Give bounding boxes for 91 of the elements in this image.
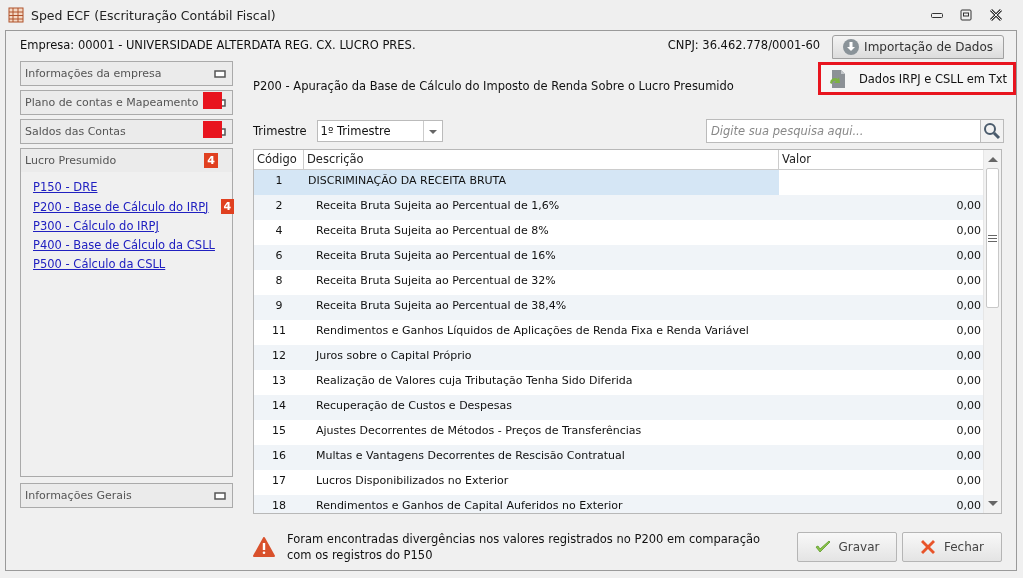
count-badge: 4 — [220, 199, 235, 214]
table-cell-text: Receita Bruta Sujeita ao Percentual de 32% — [315, 273, 557, 289]
maximize-icon — [959, 8, 973, 22]
section-header[interactable]: Informações Gerais — [20, 483, 233, 508]
minimize-icon — [931, 13, 943, 18]
table-cell-text: 0,00 — [955, 223, 982, 239]
table-cell-text: Rendimentos e Ganhos Líquidos de Aplicações de Renda Fixa e Renda Variável — [315, 323, 750, 339]
table-cell-text: 11 — [271, 323, 287, 339]
table-cell-text: 0,00 — [955, 348, 982, 364]
window-title: Sped ECF (Escrituração Contábil Fiscal) — [31, 7, 277, 23]
nav-link[interactable]: P400 - Base de Cálculo da CSLL — [33, 238, 215, 252]
scroll-thumb[interactable] — [986, 168, 999, 308]
column-header[interactable]: Valor — [779, 150, 983, 169]
table-cell-text: 0,00 — [955, 473, 982, 489]
grip-icon — [988, 234, 997, 242]
nav-link[interactable]: P300 - Cálculo do IRPJ — [33, 219, 159, 233]
column-header[interactable]: Descrição — [304, 150, 779, 169]
section-title: Informações Gerais — [25, 489, 133, 502]
scroll-up-icon — [986, 155, 999, 163]
table-cell-text: 6 — [274, 248, 284, 264]
table-cell-text: 8 — [274, 273, 284, 289]
table-cell-text: 0,00 — [955, 273, 982, 289]
table-cell: DISCRIMINAÇÃO DA RECEITA BRUTA — [304, 170, 779, 195]
table-cell-text: 0,00 — [955, 498, 982, 513]
import-button[interactable]: Importação de Dados — [832, 35, 1004, 59]
section-header[interactable]: Lucro Presumido 4 — [21, 149, 232, 172]
table-cell-text: 0,00 — [955, 198, 982, 214]
search-icon — [983, 122, 1001, 140]
table-cell-text: 0,00 — [955, 448, 982, 464]
warning-message: Foram encontradas divergências nos valores registrados no P200 em comparação com os registros do P150 — [287, 531, 762, 563]
table-cell-text: Rendimentos e Ganhos de Capital Auferidos no Exterior — [315, 498, 624, 513]
table-cell-text: Receita Bruta Sujeita ao Percentual de 8% — [315, 223, 550, 239]
close-button[interactable]: Fechar — [902, 532, 1002, 562]
section-title: Informações da empresa — [25, 67, 163, 80]
table-cell-text: Multas e Vantagens Decorrentes de Rescisão Contratual — [315, 448, 626, 464]
table-cell-text: 18 — [271, 498, 287, 513]
section-header[interactable]: Informações da empresa — [21, 62, 232, 85]
table-cell-text: 14 — [271, 398, 287, 414]
section-header[interactable]: Plano de contas e Mapeamento — [21, 91, 232, 114]
nav-link[interactable]: P500 - Cálculo da CSLL — [33, 257, 166, 271]
expand-icon — [214, 69, 226, 78]
section-header[interactable]: Saldos das Contas — [21, 120, 232, 143]
table-cell-text: Lucros Disponibilizados no Exterior — [315, 473, 510, 489]
save-button[interactable]: Gravar — [797, 532, 897, 562]
cross-icon — [919, 539, 936, 555]
menu-item[interactable]: Dados IRPJ e CSLL em Txt — [817, 62, 1016, 95]
table-cell-text: Receita Bruta Sujeita ao Percentual de 16% — [315, 248, 557, 264]
table-cell-text: Receita Bruta Sujeita ao Percentual de 1,6% — [315, 198, 561, 214]
search-field[interactable]: Digite sua pesquisa aqui... — [706, 119, 980, 143]
page-heading: P200 - Apuração da Base de Cálculo do Imposto de Renda Sobre o Lucro Presumido — [253, 79, 734, 93]
table-cell-text: 16 — [271, 448, 287, 464]
download-icon — [843, 39, 860, 55]
warning-icon — [253, 537, 275, 557]
search-button[interactable] — [980, 119, 1004, 143]
table-cell-text: Recuperação de Custos e Despesas — [315, 398, 514, 414]
table-cell-text: 0,00 — [955, 373, 982, 389]
table-cell-text: 4 — [274, 223, 284, 239]
table-cell-text: Realização de Valores cuja Tributação Tenha Sido Diferida — [315, 373, 634, 389]
check-icon — [814, 539, 831, 555]
table-cell-text: Ajustes Decorrentes de Métodos - Preços de Transferências — [315, 423, 643, 439]
section-title: Saldos das Contas — [25, 125, 127, 138]
quarter-dropdown[interactable]: 1º Trimestre — [316, 120, 443, 142]
table-cell-text: 2 — [274, 198, 284, 214]
menu-item-label: Dados IRPJ e CSLL em Txt — [858, 71, 1007, 86]
table-cell-text: 0,00 — [955, 298, 982, 314]
table-cell-text: 0,00 — [955, 248, 982, 264]
section-title: Plano de contas e Mapeamento — [25, 96, 200, 109]
column-header[interactable]: Código — [254, 150, 304, 169]
table-cell-text: 0,00 — [955, 323, 982, 339]
section-title: Lucro Presumido — [25, 154, 118, 167]
document-arrow-icon — [828, 68, 847, 89]
scroll-down-icon — [986, 500, 999, 508]
spreadsheet-icon — [8, 7, 24, 23]
table-cell-text: Juros sobre o Capital Próprio — [314, 348, 473, 364]
table-cell-text: 17 — [271, 473, 287, 489]
cnpj-label: CNPJ: 36.462.778/0001-60 — [667, 38, 821, 52]
count-badge: 4 — [204, 153, 218, 168]
nav-link[interactable]: P150 - DRE — [33, 180, 98, 194]
table-cell-text: 0,00 — [955, 423, 982, 439]
company-label: Empresa: 00001 - UNIVERSIDADE ALTERDATA REG. CX. LUCRO PRES. — [20, 38, 417, 52]
nav-link[interactable]: P200 - Base de Cálculo do IRPJ — [33, 199, 209, 214]
close-icon — [989, 8, 1003, 22]
table-cell-text: 0,00 — [955, 398, 982, 414]
expand-icon — [214, 491, 226, 500]
table-cell-text: 15 — [271, 423, 287, 439]
table-cell: 1 — [254, 170, 304, 195]
table-cell-text: 13 — [271, 373, 287, 389]
table-cell-text: Receita Bruta Sujeita ao Percentual de 38,4% — [315, 298, 568, 314]
field-label: Trimestre — [253, 124, 307, 138]
table-cell-text: 9 — [274, 298, 284, 314]
table-cell-text: 12 — [271, 348, 287, 364]
